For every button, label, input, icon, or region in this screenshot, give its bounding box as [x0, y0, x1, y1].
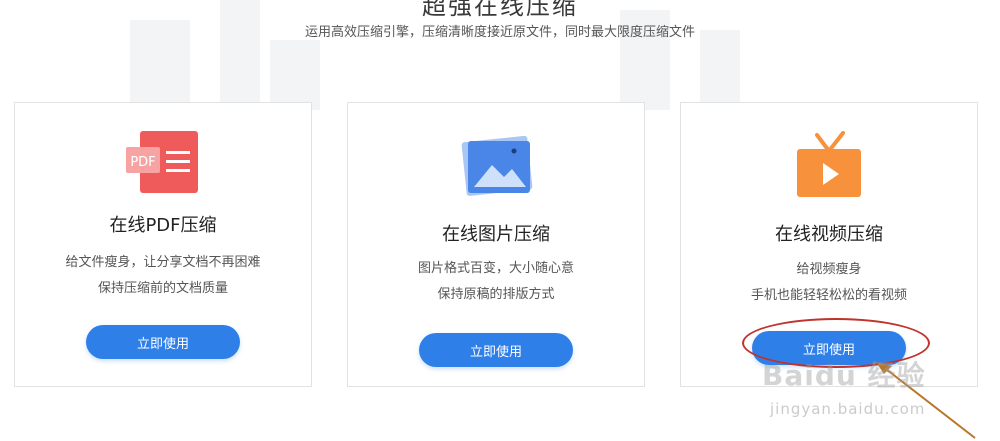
card-desc-line1: 给视频瘦身 — [796, 262, 862, 277]
card-title: 在线图片压缩 — [442, 224, 550, 245]
image-icon — [458, 135, 534, 197]
card-description: 给视频瘦身 手机也能轻轻松松的看视频 — [681, 257, 977, 309]
card-desc-line1: 图片格式百变，大小随心意 — [417, 261, 574, 276]
card-title: 在线PDF压缩 — [109, 215, 217, 236]
card-pdf-compress: PDF 在线PDF压缩 给文件瘦身，让分享文档不再困难 保持压缩前的文档质量 立… — [14, 102, 312, 387]
card-description: 图片格式百变，大小随心意 保持原稿的排版方式 — [348, 256, 644, 308]
use-now-button-image[interactable]: 立即使用 — [419, 333, 573, 367]
watermark-brand: Baidu 经验 — [762, 359, 926, 392]
card-title: 在线视频压缩 — [775, 224, 883, 245]
pdf-icon: PDF — [126, 131, 200, 193]
card-desc-line2: 保持原稿的排版方式 — [437, 287, 555, 302]
use-now-button-pdf[interactable]: 立即使用 — [86, 325, 240, 359]
card-desc-line2: 手机也能轻轻松松的看视频 — [750, 288, 907, 303]
watermark-url: jingyan.baidu.com — [770, 400, 926, 418]
section-title: 超强在线压缩 — [422, 0, 578, 20]
card-description: 给文件瘦身，让分享文档不再困难 保持压缩前的文档质量 — [15, 250, 311, 302]
video-tv-icon — [795, 131, 863, 201]
card-image-compress: 在线图片压缩 图片格式百变，大小随心意 保持原稿的排版方式 立即使用 — [347, 102, 645, 387]
pdf-icon-label: PDF — [130, 155, 155, 170]
card-desc-line1: 给文件瘦身，让分享文档不再困难 — [65, 255, 261, 270]
card-desc-line2: 保持压缩前的文档质量 — [97, 281, 228, 296]
section-subtitle: 运用高效压缩引擎，压缩清晰度接近原文件，同时最大限度压缩文件 — [304, 25, 695, 40]
